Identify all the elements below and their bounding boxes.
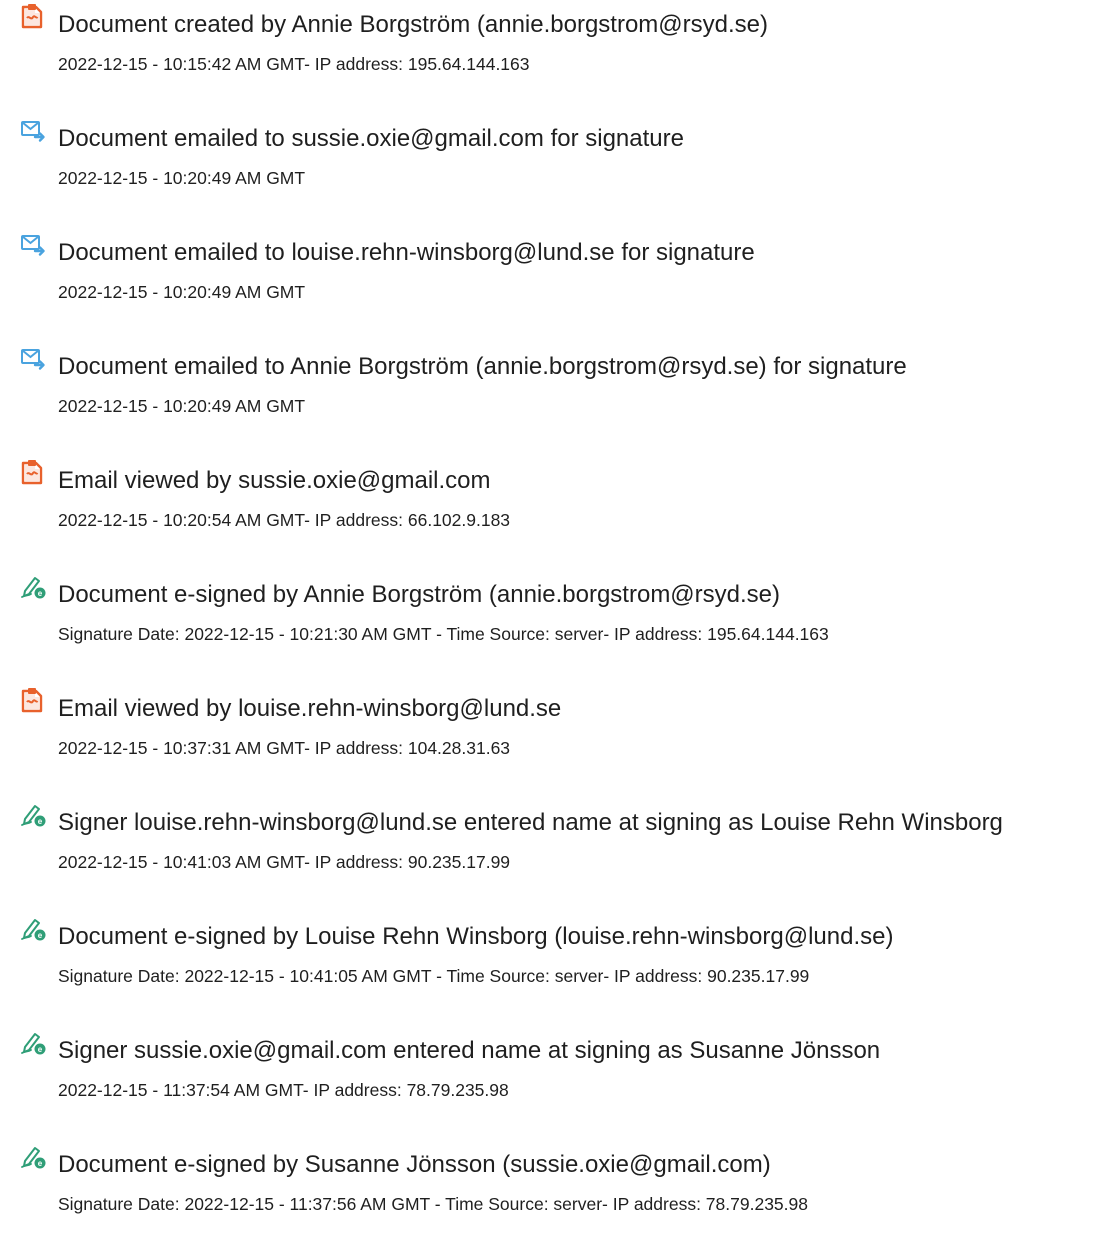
event-title: Document e-signed by Susanne Jönsson (su… bbox=[58, 1151, 771, 1178]
esign-pen-icon: e bbox=[16, 1026, 48, 1058]
event-detail: 2022-12-15 - 10:41:03 AM GMT- IP address… bbox=[58, 852, 511, 872]
esign-pen-icon: e bbox=[16, 1140, 48, 1172]
event-detail: Signature Date: 2022-12-15 - 10:41:05 AM… bbox=[58, 966, 810, 986]
document-icon bbox=[16, 0, 48, 32]
audit-event: Email viewed by sussie.oxie@gmail.com 202… bbox=[0, 456, 1109, 556]
svg-text:e: e bbox=[38, 817, 43, 826]
email-sent-icon bbox=[16, 228, 48, 260]
event-title: Document emailed to Annie Borgström (ann… bbox=[58, 353, 907, 380]
event-detail: 2022-12-15 - 10:20:49 AM GMT bbox=[58, 282, 306, 302]
event-title: Email viewed by louise.rehn-winsborg@lun… bbox=[58, 695, 562, 722]
event-title: Document emailed to sussie.oxie@gmail.co… bbox=[58, 125, 684, 152]
event-detail: 2022-12-15 - 10:20:49 AM GMT bbox=[58, 168, 306, 188]
event-detail: 2022-12-15 - 10:37:31 AM GMT- IP address… bbox=[58, 738, 511, 758]
event-detail: 2022-12-15 - 11:37:54 AM GMT- IP address… bbox=[58, 1080, 509, 1100]
event-title: Signer louise.rehn-winsborg@lund.se ente… bbox=[58, 809, 1003, 836]
svg-text:e: e bbox=[38, 1045, 43, 1054]
event-detail: Signature Date: 2022-12-15 - 11:37:56 AM… bbox=[58, 1194, 808, 1214]
esign-pen-icon: e bbox=[16, 798, 48, 830]
svg-text:e: e bbox=[38, 931, 43, 940]
event-title: Document e-signed by Annie Borgström (an… bbox=[58, 581, 781, 608]
document-icon bbox=[16, 684, 48, 716]
audit-event: Document emailed to louise.rehn-winsborg… bbox=[0, 228, 1109, 328]
event-title: Document emailed to louise.rehn-winsborg… bbox=[58, 239, 755, 266]
audit-event: e Signer sussie.oxie@gmail.com entered na… bbox=[0, 1026, 1109, 1126]
event-detail: 2022-12-15 - 10:20:54 AM GMT- IP address… bbox=[58, 510, 511, 530]
audit-event: e Document e-signed by Susanne Jönsson (s… bbox=[0, 1140, 1109, 1240]
esign-pen-icon: e bbox=[16, 912, 48, 944]
audit-event: e Signer louise.rehn-winsborg@lund.se ent… bbox=[0, 798, 1109, 898]
svg-text:e: e bbox=[38, 589, 43, 598]
event-title: Signer sussie.oxie@gmail.com entered nam… bbox=[58, 1037, 881, 1064]
event-detail: 2022-12-15 - 10:15:42 AM GMT- IP address… bbox=[58, 54, 530, 74]
audit-event: Email viewed by louise.rehn-winsborg@lun… bbox=[0, 684, 1109, 784]
audit-event: e Document e-signed by Annie Borgström (a… bbox=[0, 570, 1109, 670]
document-icon bbox=[16, 456, 48, 488]
event-detail: Signature Date: 2022-12-15 - 10:21:30 AM… bbox=[58, 624, 829, 644]
audit-event: Document emailed to Annie Borgström (ann… bbox=[0, 342, 1109, 442]
audit-event: Document created by Annie Borgström (ann… bbox=[0, 0, 1109, 100]
event-title: Email viewed by sussie.oxie@gmail.com bbox=[58, 467, 491, 494]
audit-event: e Document e-signed by Louise Rehn Winsbo… bbox=[0, 912, 1109, 1012]
email-sent-icon bbox=[16, 114, 48, 146]
esign-pen-icon: e bbox=[16, 570, 48, 602]
event-title: Document e-signed by Louise Rehn Winsbor… bbox=[58, 923, 894, 950]
svg-text:e: e bbox=[38, 1159, 43, 1168]
email-sent-icon bbox=[16, 342, 48, 374]
audit-event: Document emailed to sussie.oxie@gmail.co… bbox=[0, 114, 1109, 214]
event-detail: 2022-12-15 - 10:20:49 AM GMT bbox=[58, 396, 306, 416]
event-title: Document created by Annie Borgström (ann… bbox=[58, 11, 769, 38]
